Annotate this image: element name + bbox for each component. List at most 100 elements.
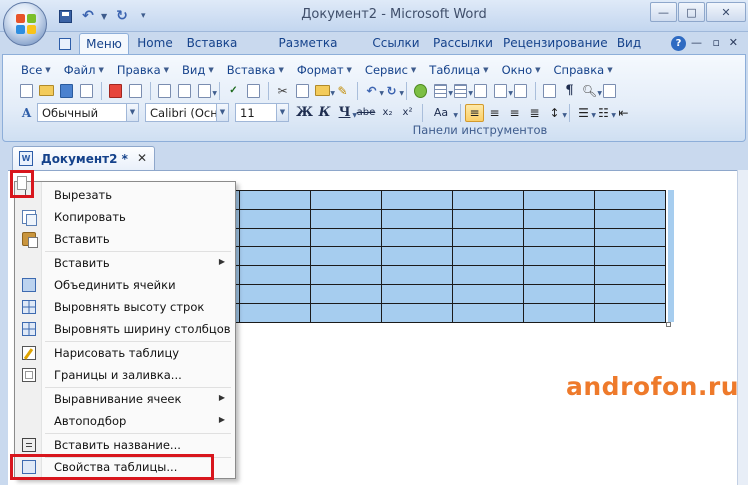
tab-references[interactable]: Ссылки xyxy=(372,35,420,54)
tab-review[interactable]: Рецензирование xyxy=(503,35,608,54)
table-cell[interactable] xyxy=(381,190,453,210)
insert-table-icon[interactable]: ▼ xyxy=(451,82,473,100)
menu-item-cell-alignment[interactable]: Выравнивание ячеек ▶ xyxy=(15,388,235,410)
thesaurus-icon[interactable] xyxy=(244,82,263,100)
table-cell[interactable] xyxy=(594,227,666,248)
menu-item-draw-table[interactable]: Нарисовать таблицу xyxy=(15,342,235,364)
table-cell[interactable] xyxy=(452,208,524,229)
tab-mailings[interactable]: Рассылки xyxy=(433,35,493,54)
table-cell[interactable] xyxy=(310,227,382,248)
menu-format[interactable]: Формат ▼ xyxy=(293,63,356,77)
menu-window[interactable]: Окно ▼ xyxy=(498,63,545,77)
align-left-icon[interactable]: ≡ xyxy=(465,103,484,122)
table-cell[interactable] xyxy=(594,208,666,229)
line-spacing-icon[interactable]: ↕ ▼ xyxy=(545,104,567,122)
font-size-select[interactable]: 11 ▼ xyxy=(235,103,289,122)
tab-view[interactable]: Вид xyxy=(614,35,644,54)
justify-icon[interactable]: ≣ xyxy=(525,104,544,122)
table-cell[interactable] xyxy=(381,265,453,285)
table-cell[interactable] xyxy=(523,190,595,210)
paste-icon[interactable]: ▼ xyxy=(313,82,335,100)
table-cell[interactable] xyxy=(452,190,524,210)
zoom-icon[interactable]: 🔍︎ ▼ xyxy=(580,82,602,100)
maximize-button[interactable]: □ xyxy=(678,2,705,22)
chevron-down-icon[interactable]: ▼ xyxy=(126,104,138,121)
undo-icon[interactable]: ↶ ▼ xyxy=(362,82,384,100)
align-center-icon[interactable]: ≡ xyxy=(485,104,504,122)
print-layout-icon[interactable] xyxy=(175,82,194,100)
redo-icon[interactable]: ↻ ▼ xyxy=(382,82,404,100)
table-row[interactable] xyxy=(168,265,666,285)
menu-item-borders-shading[interactable]: Границы и заливка... xyxy=(15,364,235,386)
email-icon[interactable] xyxy=(106,82,125,100)
table-cell[interactable] xyxy=(523,208,595,229)
menu-tools[interactable]: Сервис ▼ xyxy=(361,63,420,77)
drawing-icon[interactable] xyxy=(511,82,530,100)
bullets-icon[interactable]: ☷ ▼ xyxy=(594,104,616,122)
document-tab[interactable]: W Документ2 * ✕ xyxy=(12,146,155,170)
show-formatting-icon[interactable]: ¶ xyxy=(560,82,579,100)
help-icon[interactable]: ? xyxy=(671,36,686,51)
menu-item-distribute-columns[interactable]: Выровнять ширину столбцов xyxy=(15,318,235,340)
chevron-down-icon[interactable]: ▼ xyxy=(276,104,288,121)
underline-button[interactable]: Ч ▼ xyxy=(335,104,357,122)
table-cell[interactable] xyxy=(310,190,382,210)
styles-icon[interactable]: A xyxy=(17,104,36,122)
table-cell[interactable] xyxy=(523,283,595,304)
table-cell[interactable] xyxy=(381,246,453,267)
menu-item-merge-cells[interactable]: Объединить ячейки xyxy=(15,274,235,296)
superscript-button[interactable]: x² xyxy=(398,104,417,122)
ribbon-minimize-icon[interactable]: — xyxy=(691,36,702,49)
table-cell[interactable] xyxy=(381,283,453,304)
table-row[interactable] xyxy=(168,302,666,323)
tab-quick-menu-icon[interactable] xyxy=(56,35,74,54)
style-select[interactable]: Обычный ▼ xyxy=(37,103,139,122)
table-cell[interactable] xyxy=(452,246,524,267)
table-cell[interactable] xyxy=(310,302,382,323)
align-right-icon[interactable]: ≡ xyxy=(505,104,524,122)
menu-item-paste[interactable]: Вставить xyxy=(15,228,235,250)
table-cell[interactable] xyxy=(594,302,666,323)
ribbon-close-icon[interactable]: ✕ xyxy=(729,36,738,49)
table-row[interactable] xyxy=(168,283,666,304)
document-table[interactable] xyxy=(168,190,666,323)
document-map-icon[interactable] xyxy=(540,82,559,100)
table-cell[interactable] xyxy=(452,302,524,323)
menu-all[interactable]: Все ▼ xyxy=(17,63,55,77)
table-cell[interactable] xyxy=(310,208,382,229)
table-cell[interactable] xyxy=(239,302,311,323)
numbering-icon[interactable]: ☰ ▼ xyxy=(574,104,596,122)
subscript-button[interactable]: x₂ xyxy=(378,104,397,122)
menu-item-cut[interactable]: Вырезать xyxy=(15,184,235,206)
table-cell[interactable] xyxy=(239,246,311,267)
table-row[interactable] xyxy=(168,246,666,267)
menu-item-distribute-rows[interactable]: Выровнять высоту строк xyxy=(15,296,235,318)
table-cell[interactable] xyxy=(594,265,666,285)
vertical-scrollbar[interactable] xyxy=(737,170,748,485)
tab-page-layout[interactable]: Разметка страницы xyxy=(248,35,368,67)
table-cell[interactable] xyxy=(594,190,666,210)
research-icon[interactable]: ▼ xyxy=(195,82,217,100)
table-cell[interactable] xyxy=(523,246,595,267)
table-cell[interactable] xyxy=(523,302,595,323)
hyperlink-icon[interactable] xyxy=(411,82,430,100)
table-row[interactable] xyxy=(168,190,666,210)
chevron-down-icon[interactable]: ▼ xyxy=(216,104,228,121)
table-cell[interactable] xyxy=(310,265,382,285)
table-cell[interactable] xyxy=(381,227,453,248)
print-icon[interactable] xyxy=(126,82,145,100)
menu-item-copy[interactable]: Копировать xyxy=(15,206,235,228)
table-row[interactable] xyxy=(168,227,666,248)
save-icon[interactable] xyxy=(57,82,76,100)
ribbon-restore-icon[interactable]: ▫ xyxy=(713,36,720,49)
spelling-icon[interactable]: ✓ xyxy=(224,82,243,100)
table-cell[interactable] xyxy=(310,283,382,304)
close-button[interactable]: ✕ xyxy=(706,2,746,22)
menu-item-insert-submenu[interactable]: Вставить ▶ xyxy=(15,252,235,274)
format-painter-icon[interactable]: ✎ xyxy=(333,82,352,100)
columns-icon[interactable]: ▼ xyxy=(491,82,513,100)
print-preview-icon[interactable] xyxy=(155,82,174,100)
menu-table[interactable]: Таблица ▼ xyxy=(425,63,492,77)
font-select[interactable]: Calibri (Осно ▼ xyxy=(145,103,229,122)
menu-edit[interactable]: Правка ▼ xyxy=(113,63,173,77)
